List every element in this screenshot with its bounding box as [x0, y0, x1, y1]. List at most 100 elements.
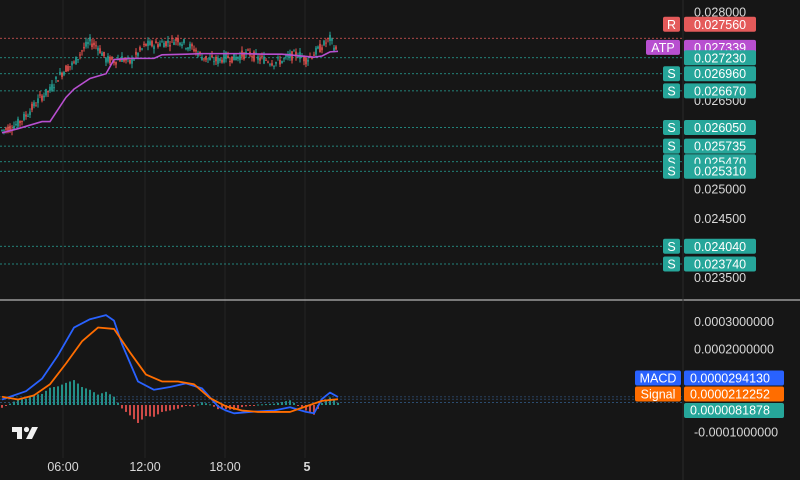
macd-histogram-bar [337, 402, 339, 405]
candle-body [265, 59, 267, 61]
candle-body [19, 120, 21, 124]
macd-histogram-bar [173, 405, 175, 410]
macd-histogram-bar [125, 405, 127, 412]
candle-body [329, 34, 331, 41]
candle-body [135, 51, 137, 55]
macd-histogram-bar [165, 405, 167, 412]
macd-histogram-bar [97, 394, 99, 405]
candle-body [209, 57, 211, 61]
macd-histogram-bar [113, 396, 115, 405]
macd-histogram-bar [133, 405, 135, 420]
candle-body [43, 95, 45, 98]
candle-body [95, 45, 97, 47]
candle-body [315, 47, 317, 55]
tradingview-logo[interactable] [10, 423, 44, 443]
signal-tag-label: Signal [641, 388, 676, 402]
chart-canvas[interactable]: 0.0280000.0265000.0250000.0245000.023500… [0, 0, 800, 480]
candle-body [115, 61, 117, 65]
candle-body [149, 41, 151, 46]
candle-body [61, 72, 63, 78]
candle-body [39, 94, 41, 96]
macd-histogram-bar [81, 387, 83, 405]
candle-body [317, 46, 319, 49]
macd-histogram-bar [297, 405, 299, 406]
candle-body [207, 58, 209, 60]
macd-histogram-bar [249, 405, 251, 406]
macd-histogram-bar [285, 401, 287, 405]
candle-body [305, 57, 307, 65]
macd-line [1, 314, 339, 415]
macd-histogram-bar [149, 405, 151, 417]
candle-body [253, 51, 255, 61]
candle-body [129, 59, 131, 64]
support-tag-value: 0.023740 [694, 258, 746, 272]
support-tag-value: 0.026960 [694, 67, 746, 81]
macd-histogram-bar [193, 405, 195, 407]
candle-body [159, 43, 161, 46]
candle-body [229, 60, 231, 63]
price-tick-label: 0.023500 [694, 271, 746, 285]
macd-histogram-bar [73, 380, 75, 405]
candle-body [59, 71, 61, 75]
macd-histogram-bar [205, 403, 207, 405]
macd-histogram-bar [9, 403, 11, 405]
macd-histogram-bar [109, 394, 111, 405]
candle-body [319, 43, 321, 53]
candle-body [281, 60, 283, 64]
macd-histogram-bar [213, 405, 215, 407]
macd-histogram-bar [13, 401, 15, 405]
candle-body [237, 56, 239, 59]
candle-body [327, 37, 329, 39]
candle-body [153, 46, 155, 50]
candle-body [103, 51, 105, 57]
candle-body [313, 54, 315, 56]
support-tag-value: 0.027230 [694, 51, 746, 65]
candle-body [107, 55, 109, 62]
candle-body [235, 56, 237, 61]
macd-histogram-bar [37, 394, 39, 405]
candle-body [279, 59, 281, 65]
support-tag-value: 0.026050 [694, 121, 746, 135]
candle-body [15, 123, 17, 126]
candle-body [321, 47, 323, 51]
macd-histogram-bar [161, 405, 163, 412]
candle-body [5, 128, 7, 130]
candle-body [119, 59, 121, 62]
candle-body [25, 114, 27, 117]
support-tag-label: S [667, 140, 675, 154]
candle-body [155, 41, 157, 44]
candle-body [147, 40, 149, 46]
macd-histogram-bar [293, 402, 295, 405]
candle-body [17, 118, 19, 127]
histogram-value: 0.0000081878 [690, 404, 770, 418]
candle-body [79, 54, 81, 56]
price-tick-label: 0.024500 [694, 212, 746, 226]
candle-body [67, 66, 69, 72]
candle-body [187, 47, 189, 50]
macd-tag-value: 0.0000294130 [690, 372, 770, 386]
candle-body [199, 52, 201, 54]
support-tag-value: 0.024040 [694, 240, 746, 254]
macd-histogram-bar [21, 399, 23, 405]
candle-body [171, 37, 173, 39]
candle-body [277, 57, 279, 59]
candle-body [41, 95, 43, 101]
candle-body [73, 61, 75, 63]
candle-body [233, 53, 235, 61]
candle-body [189, 43, 191, 49]
macd-histogram-bar [1, 405, 3, 408]
candle-body [259, 58, 261, 61]
candle-body [85, 41, 87, 47]
macd-histogram-bar [141, 405, 143, 420]
candle-body [91, 43, 93, 48]
time-tick-label: 12:00 [129, 460, 160, 474]
candle-body [133, 59, 135, 61]
candle-body [221, 59, 223, 63]
candle-body [47, 90, 49, 93]
candle-body [111, 56, 113, 60]
candle-body [49, 86, 51, 91]
candle-body [333, 47, 335, 51]
macd-histogram-bar [265, 404, 267, 406]
candle-body [239, 55, 241, 61]
candle-body [37, 98, 39, 104]
